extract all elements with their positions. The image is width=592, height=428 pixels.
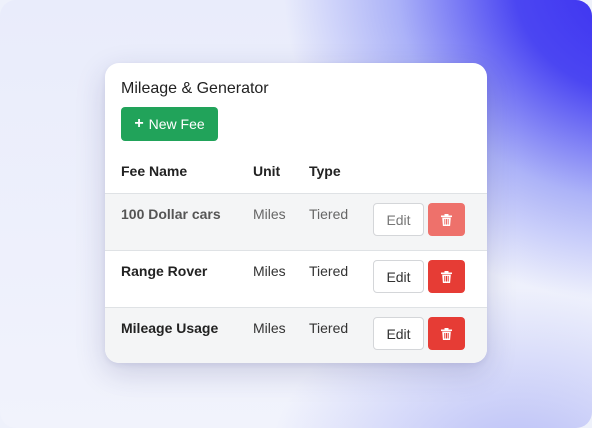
fees-card: Mileage & Generator + New Fee Fee Name U… xyxy=(105,63,487,363)
trash-icon xyxy=(441,270,452,283)
header-unit: Unit xyxy=(253,163,281,179)
table-header: Fee Name Unit Type xyxy=(105,163,487,193)
card-title: Mileage & Generator xyxy=(121,80,269,97)
delete-button[interactable] xyxy=(428,260,465,293)
table-row: Mileage Usage Miles Tiered Edit xyxy=(105,307,487,363)
fee-unit: Miles xyxy=(253,263,286,279)
header-fee-name: Fee Name xyxy=(121,163,188,179)
fee-name: 100 Dollar cars xyxy=(121,206,221,222)
fee-name: Range Rover xyxy=(121,263,208,279)
fee-type: Tiered xyxy=(309,263,349,279)
fee-type: Tiered xyxy=(309,206,349,222)
fee-unit: Miles xyxy=(253,206,286,222)
header-type: Type xyxy=(309,163,341,179)
new-fee-button[interactable]: + New Fee xyxy=(121,107,218,141)
table-row: 100 Dollar cars Miles Tiered Edit xyxy=(105,193,487,250)
trash-icon xyxy=(441,327,452,340)
plus-icon: + xyxy=(134,115,144,132)
new-fee-label: New Fee xyxy=(148,116,205,132)
trash-icon xyxy=(441,213,452,226)
table-row: Range Rover Miles Tiered Edit xyxy=(105,250,487,307)
delete-button[interactable] xyxy=(428,317,465,350)
edit-button[interactable]: Edit xyxy=(373,260,424,293)
edit-button[interactable]: Edit xyxy=(373,203,424,236)
fee-type: Tiered xyxy=(309,320,349,336)
edit-button[interactable]: Edit xyxy=(373,317,424,350)
delete-button[interactable] xyxy=(428,203,465,236)
fee-name: Mileage Usage xyxy=(121,320,219,336)
fee-unit: Miles xyxy=(253,320,286,336)
